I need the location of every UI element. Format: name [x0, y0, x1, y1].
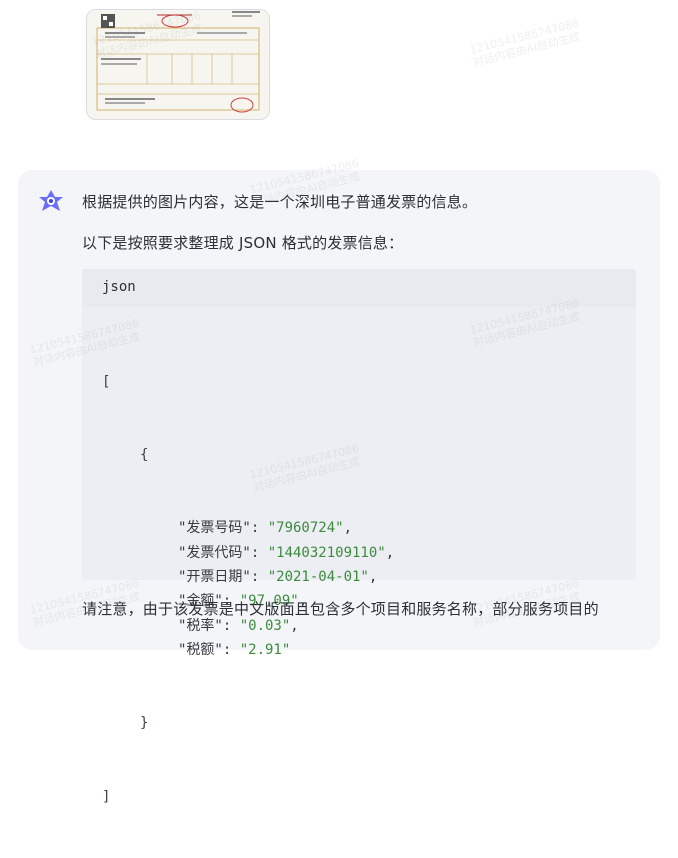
code-close-brace: } — [140, 715, 149, 732]
code-field-key: "税额" — [178, 642, 223, 659]
code-colon: : — [222, 617, 240, 634]
response-intro-text: 根据提供的图片内容，这是一个深圳电子普通发票的信息。 — [82, 193, 478, 211]
code-field-line: "发票号码": "7960724", — [102, 516, 394, 540]
code-colon: : — [222, 642, 240, 659]
code-field-value: "2021-04-01" — [267, 569, 369, 585]
code-content: [ { "发票号码": "7960724", "发票代码": "144032109… — [102, 321, 394, 858]
code-field-value: "144032109110" — [267, 544, 386, 561]
response-outro-text: 请注意，由于该发票是中文版面且包含多个项目和服务名称，部分服务项目的 — [82, 600, 599, 618]
code-field-value: "0.03" — [239, 617, 291, 634]
code-colon: : — [250, 544, 268, 561]
code-field-line: "开票日期": "2021-04-01", — [102, 565, 394, 589]
code-comma: , — [385, 544, 395, 561]
code-language-label: json — [102, 279, 136, 295]
code-block: json [ { "发票号码": "7960724", "发票代码": "1440… — [82, 269, 636, 805]
code-field-line: "发票代码": "144032109110", — [102, 541, 394, 565]
assistant-logo-icon — [39, 190, 63, 211]
code-open-bracket: [ — [102, 373, 111, 390]
code-field-key: "发票号码" — [178, 520, 251, 537]
response-lead-text: 以下是按照要求整理成 JSON 格式的发票信息： — [82, 234, 404, 252]
code-colon: : — [250, 520, 268, 537]
invoice-image — [87, 10, 269, 119]
watermark: 12105415867470​86对话内容由AI自动生成 — [468, 16, 582, 70]
code-field-key: "开票日期" — [178, 569, 251, 585]
code-colon: : — [250, 569, 268, 585]
code-field-line: "税额": "2.91" — [102, 638, 394, 662]
code-field-value: "2.91" — [239, 642, 291, 659]
code-field-key: "发票代码" — [178, 544, 251, 561]
code-open-brace: { — [140, 447, 149, 464]
code-block-header: json — [82, 269, 636, 307]
code-field-key: "税率" — [178, 617, 223, 634]
uploaded-image-thumbnail[interactable] — [86, 9, 270, 120]
code-comma: , — [368, 569, 378, 585]
code-comma: , — [290, 617, 299, 634]
code-comma: , — [343, 520, 353, 537]
code-field-value: "7960724" — [267, 520, 344, 537]
code-close-bracket: ] — [102, 788, 111, 805]
